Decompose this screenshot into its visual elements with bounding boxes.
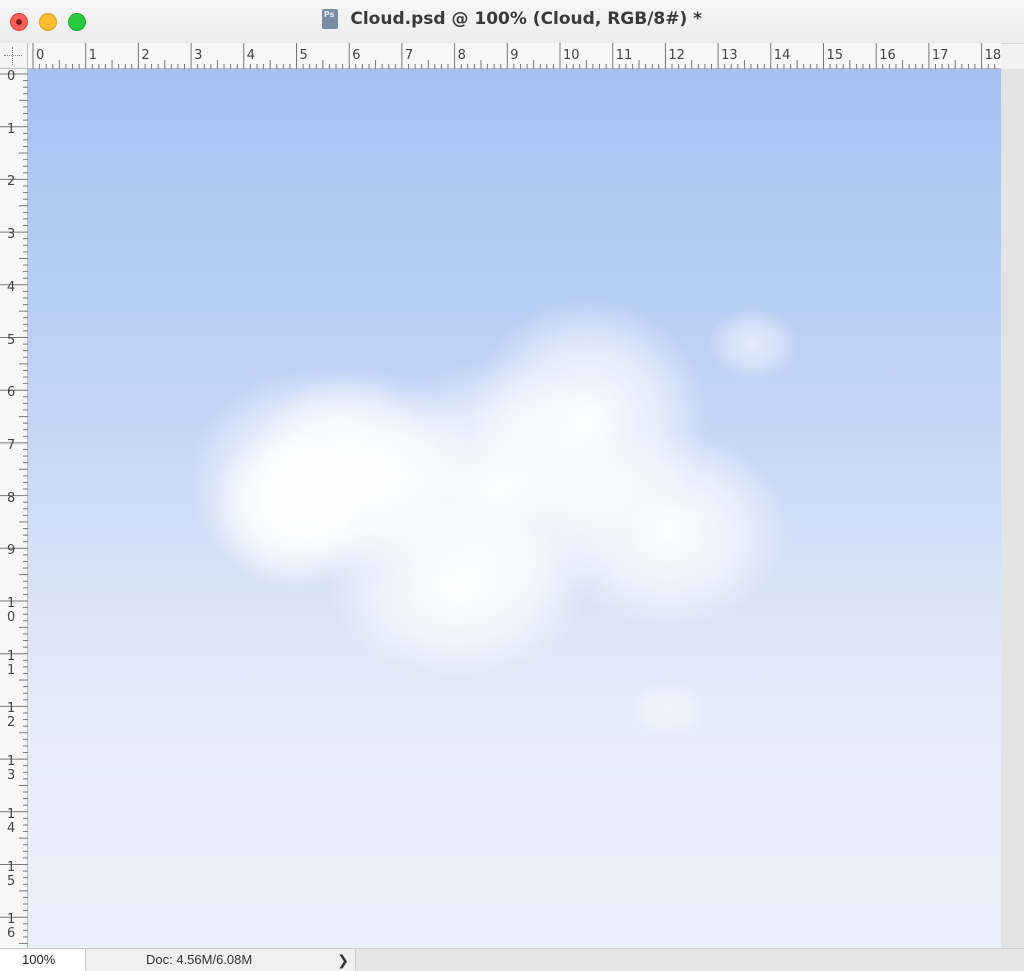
vertical-ruler-label: 6 — [7, 385, 16, 401]
horizontal-ruler-label: 15 — [826, 48, 844, 63]
vertical-ruler-label: 0 — [7, 69, 16, 84]
horizontal-ruler-label: 1 — [88, 48, 97, 63]
vertical-ruler-label: 1 6 — [7, 912, 16, 942]
vertical-ruler-label: 1 2 — [7, 701, 16, 731]
document-info-field[interactable]: Doc: 4.56M/6.08M ❯ — [86, 949, 356, 971]
horizontal-ruler-label: 10 — [563, 48, 580, 63]
document-canvas[interactable] — [28, 69, 1001, 948]
window-title: Cloud.psd @ 100% (Cloud, RGB/8#) * — [350, 9, 703, 29]
document-size-text: Doc: 4.56M/6.08M — [146, 952, 253, 967]
vertical-scroll-gutter[interactable] — [1001, 69, 1024, 948]
horizontal-ruler[interactable]: 0 1 2 3 4 5 6 7 8 9 10 11 12 13 14 15 16 17 18 — [28, 43, 1001, 69]
vertical-ruler-label: 4 — [7, 279, 16, 295]
horizontal-ruler-label: 17 — [931, 48, 949, 63]
vertical-ruler-label: 9 — [7, 543, 16, 559]
horizontal-ruler-label: 6 — [352, 48, 361, 63]
status-bar: 100% Doc: 4.56M/6.08M ❯ — [0, 948, 1024, 971]
vertical-ruler-label: 1 3 — [7, 754, 16, 784]
vertical-ruler-label: 1 1 — [7, 648, 16, 678]
horizontal-ruler-label: 12 — [668, 48, 685, 63]
status-menu-arrow-icon[interactable]: ❯ — [337, 949, 349, 971]
ps-icon-text: Ps — [323, 10, 335, 19]
vertical-ruler-label: 2 — [7, 174, 16, 190]
horizontal-ruler-label: 2 — [141, 48, 150, 63]
cloud-puff — [208, 429, 368, 589]
title-bar[interactable]: Ps Cloud.psd @ 100% (Cloud, RGB/8#) * — [0, 0, 1024, 44]
vertical-ruler-label: 1 — [7, 121, 16, 137]
vertical-ruler-label: 1 5 — [7, 859, 16, 889]
vertical-ruler-label: 5 — [7, 332, 16, 348]
horizontal-ruler-label: 16 — [879, 48, 896, 63]
ruler-origin-corner[interactable] — [0, 43, 28, 69]
horizontal-ruler-label: 13 — [721, 48, 738, 63]
horizontal-ruler-label: 11 — [615, 48, 633, 63]
photoshop-document-window: Ps Cloud.psd @ 100% (Cloud, RGB/8#) * 0 1… — [0, 0, 1024, 971]
status-bar-filler — [356, 949, 1024, 971]
horizontal-ruler-label: 18 — [984, 48, 1002, 63]
vertical-ruler-label: 1 4 — [7, 806, 16, 836]
horizontal-ruler-label: 0 — [36, 48, 45, 63]
window-title-group: Ps Cloud.psd @ 100% (Cloud, RGB/8#) * — [0, 9, 1024, 33]
zoom-level-field[interactable]: 100% — [0, 949, 86, 971]
vertical-ruler[interactable]: 0 1 2 3 4 5 6 7 8 9 1 0 1 1 1 2 1 3 1 4 1 5 1 6 — [0, 69, 28, 948]
cloud-wisp — [628, 679, 708, 739]
horizontal-ruler-label: 4 — [246, 48, 256, 63]
vertical-ruler-label: 1 0 — [7, 596, 16, 625]
cloud-puff — [328, 499, 588, 679]
vertical-ruler-label: 8 — [7, 490, 16, 506]
horizontal-ruler-label: 7 — [404, 48, 414, 63]
vertical-ruler-label: 3 — [7, 227, 16, 243]
vertical-ruler-label: 7 — [7, 437, 16, 453]
photoshop-document-icon: Ps — [321, 9, 338, 29]
horizontal-ruler-label: 14 — [773, 48, 791, 63]
horizontal-ruler-label: 9 — [510, 48, 519, 63]
horizontal-ruler-label: 8 — [457, 48, 466, 63]
cloud-wisp — [708, 309, 798, 379]
horizontal-ruler-label: 5 — [299, 48, 308, 63]
horizontal-ruler-label: 3 — [194, 48, 203, 63]
